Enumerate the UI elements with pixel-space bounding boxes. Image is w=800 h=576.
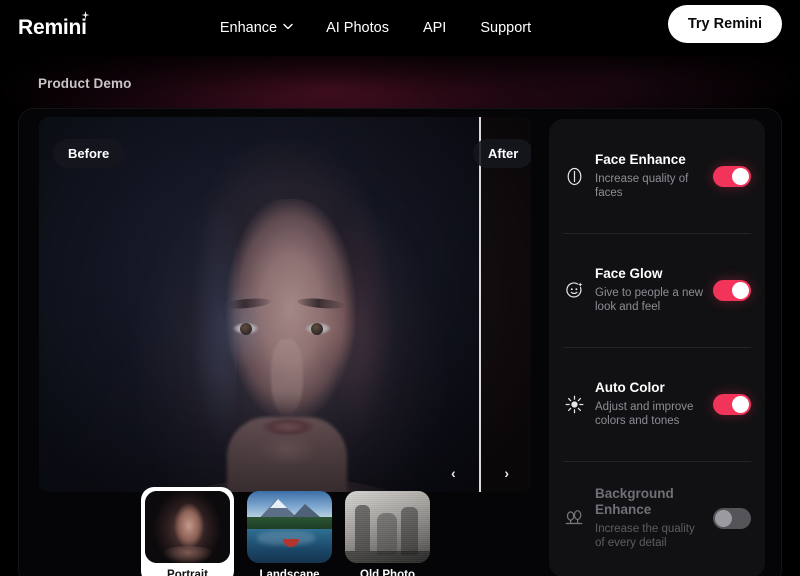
after-region-tint [480, 117, 531, 492]
option-title-auto-color: Auto Color [595, 380, 665, 395]
brand-name: Remini [18, 16, 87, 39]
brand-logo[interactable]: Remini [18, 11, 90, 40]
option-desc-face-glow: Give to people a new look and feel [595, 287, 704, 313]
option-desc-face-enhance: Increase quality of faces [595, 173, 689, 199]
nav-label-api: API [422, 20, 447, 36]
toggle-background-enhance[interactable] [713, 507, 751, 529]
thumbnail-label-landscape: Landscape [259, 569, 320, 576]
smiley-sparkle-icon [562, 281, 586, 300]
nav-item-support[interactable]: Support [480, 20, 531, 36]
comparison-divider-line [479, 117, 481, 492]
try-remini-button[interactable]: Try Remini [667, 5, 782, 43]
option-desc-background-enhance: Increase the quality of every detail [595, 523, 695, 549]
chevron-left-icon[interactable]: ‹ [451, 466, 456, 480]
chevron-right-icon[interactable]: › [504, 466, 509, 480]
enhancement-options-panel: Face Enhance Increase quality of faces F… [549, 119, 765, 576]
option-title-background-enhance: Background Enhance [595, 486, 674, 517]
after-badge[interactable]: After [473, 139, 531, 168]
main-navigation: Enhance AI Photos API Support [220, 20, 531, 36]
thumbnail-label-portrait: Portrait [167, 569, 208, 576]
product-demo-card: Before After ‹ › Portrait Landscape Old … [18, 108, 782, 576]
thumbnail-old-photo[interactable]: Old Photo [345, 491, 430, 576]
sparkle-icon [81, 11, 90, 20]
option-row-face-glow[interactable]: Face Glow Give to people a new look and … [549, 233, 765, 347]
landscape-thumbnail [247, 491, 332, 563]
option-title-face-glow: Face Glow [595, 266, 663, 281]
nav-label-support: Support [480, 20, 532, 36]
comparison-slider-handle[interactable]: ‹ › [451, 459, 509, 487]
thumbnail-portrait[interactable]: Portrait [141, 487, 234, 576]
thumbnail-landscape[interactable]: Landscape [247, 491, 332, 576]
option-desc-auto-color: Adjust and improve colors and tones [595, 401, 694, 427]
option-row-face-enhance[interactable]: Face Enhance Increase quality of faces [549, 119, 765, 233]
nav-item-ai-photos[interactable]: AI Photos [326, 20, 389, 36]
before-badge[interactable]: Before [53, 139, 125, 168]
toggle-face-enhance[interactable] [713, 165, 751, 187]
section-title-product-demo: Product Demo [38, 76, 132, 91]
page-root: Remini Enhance AI Photos API Support Try… [0, 0, 800, 576]
comparison-image-area[interactable]: Before After ‹ › [39, 117, 531, 492]
option-text-auto-color: Auto Color Adjust and improve colors and… [595, 380, 713, 428]
nav-label-enhance: Enhance [219, 20, 278, 36]
option-row-auto-color[interactable]: Auto Color Adjust and improve colors and… [549, 347, 765, 461]
nav-item-enhance[interactable]: Enhance [219, 20, 293, 36]
thumbnail-label-old-photo: Old Photo [360, 569, 415, 576]
before-region-tint [39, 117, 480, 492]
portrait-thumbnail [145, 491, 230, 563]
old-photo-thumbnail [345, 491, 430, 563]
option-title-face-enhance: Face Enhance [595, 152, 686, 167]
sample-thumbnails: Portrait Landscape Old Photo [141, 487, 430, 576]
face-portrait-icon [562, 167, 586, 186]
nav-label-ai-photos: AI Photos [326, 20, 389, 36]
chevron-down-icon [283, 23, 293, 32]
toggle-auto-color[interactable] [713, 393, 751, 415]
nav-item-api[interactable]: API [423, 20, 446, 36]
toggle-face-glow[interactable] [713, 279, 751, 301]
sun-icon [562, 395, 586, 414]
option-text-background-enhance: Background Enhance Increase the quality … [595, 486, 713, 550]
option-text-face-enhance: Face Enhance Increase quality of faces [595, 152, 713, 200]
before-after-viewer[interactable]: Before After ‹ › [39, 117, 531, 492]
trees-icon [562, 509, 586, 527]
option-text-face-glow: Face Glow Give to people a new look and … [595, 266, 713, 314]
option-row-background-enhance[interactable]: Background Enhance Increase the quality … [549, 461, 765, 575]
site-header: Remini Enhance AI Photos API Support Try… [0, 0, 800, 56]
